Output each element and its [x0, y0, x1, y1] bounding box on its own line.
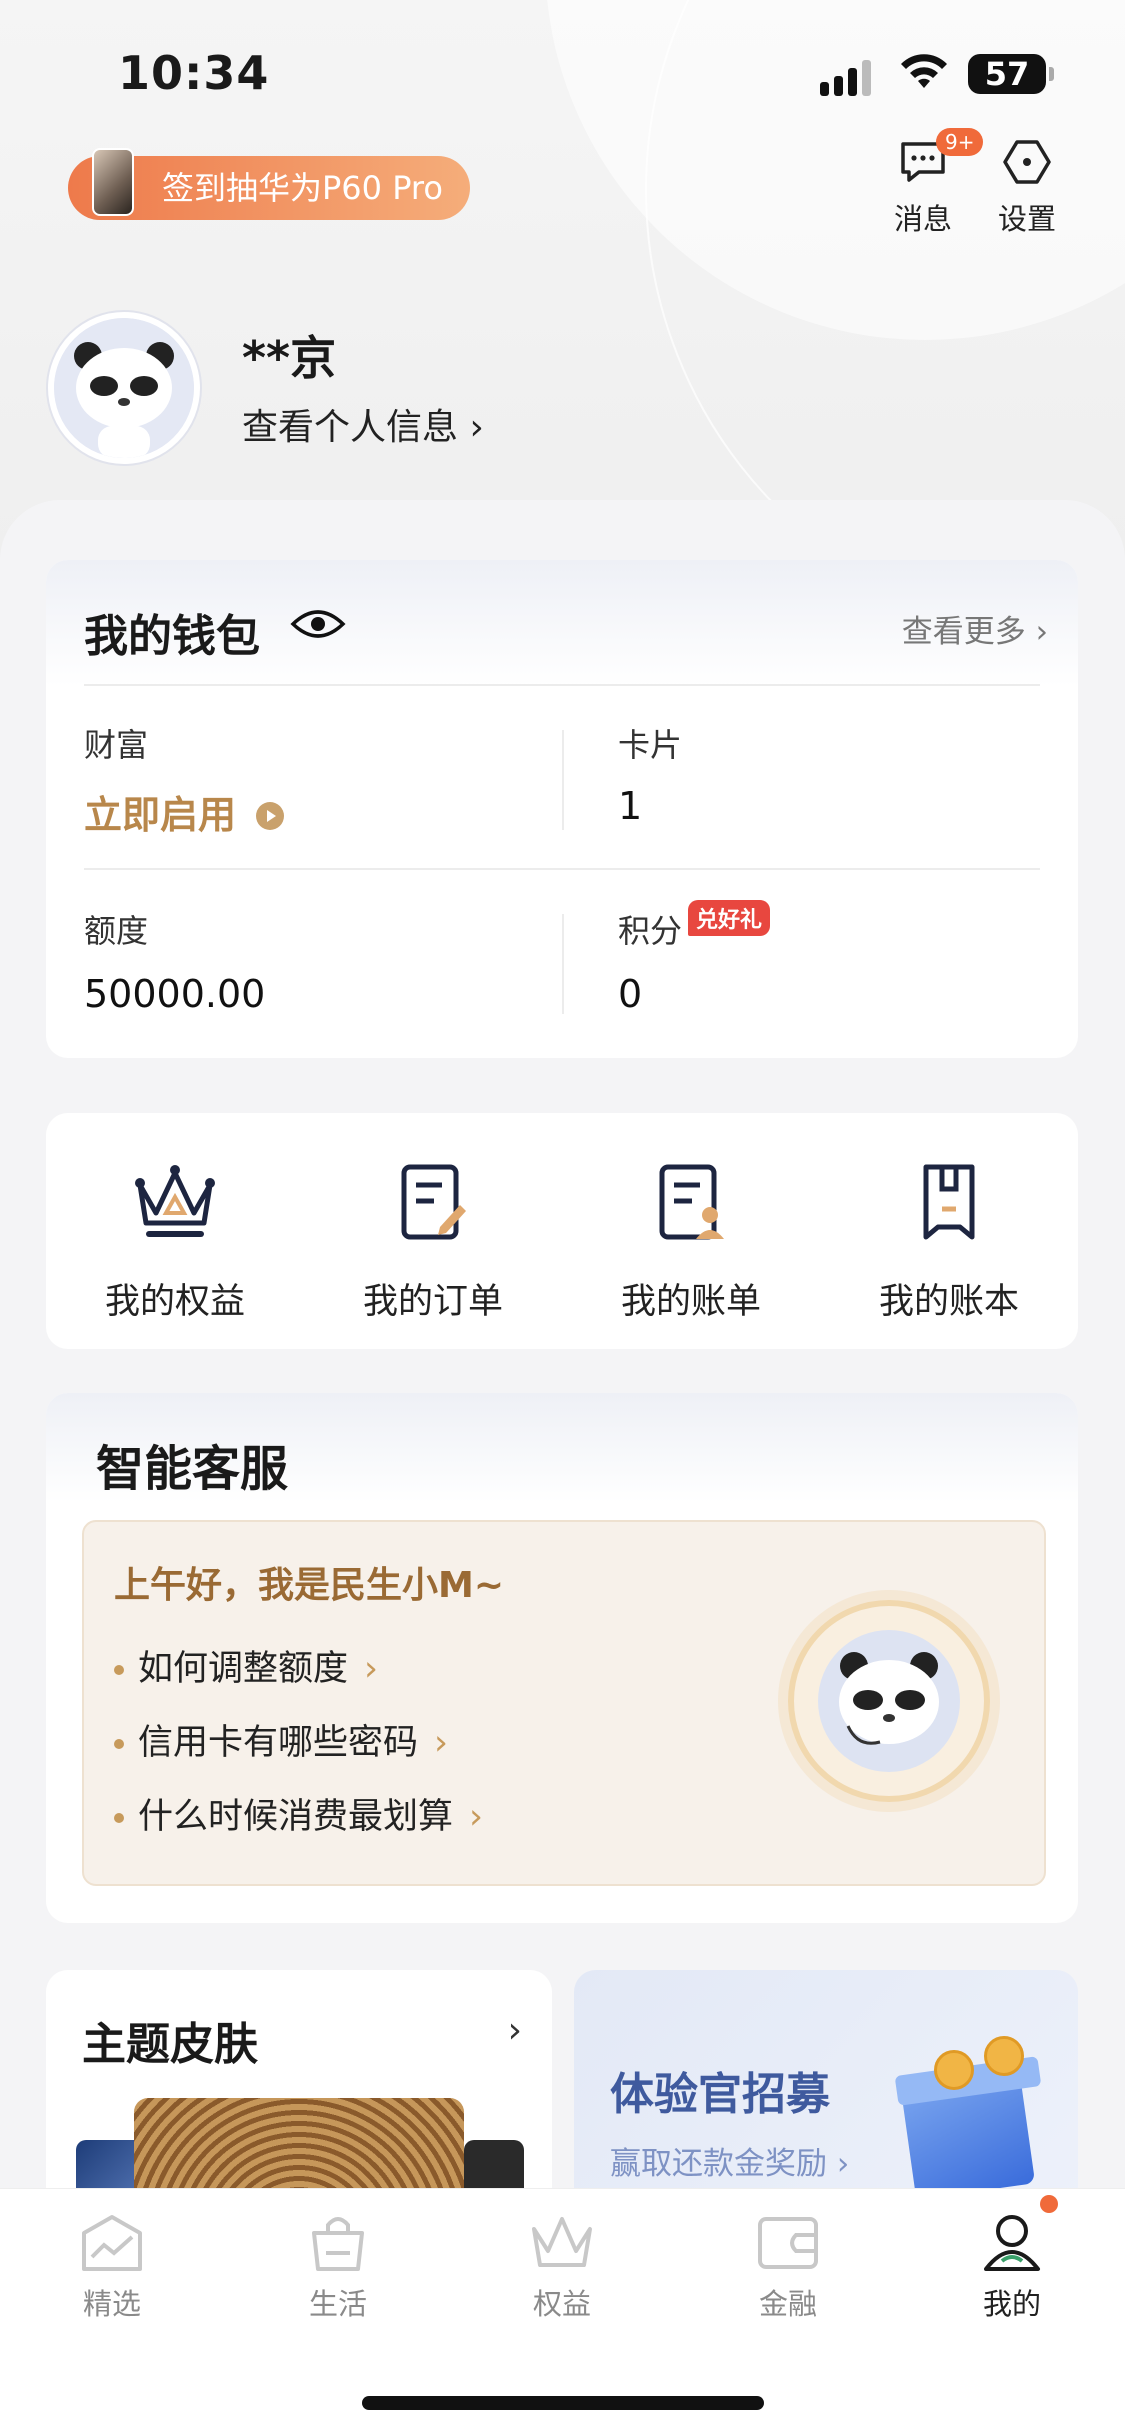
shortcut-benefits[interactable]: 我的权益: [46, 1113, 304, 1349]
messages-label: 消息: [893, 202, 952, 236]
tab-mine[interactable]: 我的: [942, 2211, 1082, 2323]
checkin-promo-button[interactable]: 签到抽华为P60 Pro: [68, 148, 470, 220]
coin-icon: [934, 2050, 974, 2090]
wallet-title: 我的钱包: [84, 611, 260, 662]
cards-label: 卡片: [618, 726, 683, 764]
chevron-right-icon[interactable]: ›: [508, 2010, 522, 2051]
service-title: 智能客服: [96, 1441, 289, 1497]
home-indicator[interactable]: [362, 2396, 764, 2410]
shortcut-label: 我的账本: [878, 1282, 1019, 1322]
wealth-value: 立即启用: [84, 793, 237, 837]
chevron-right-icon: ›: [364, 1649, 379, 1689]
profile-icon: [984, 2215, 1040, 2271]
shortcut-label: 我的账单: [620, 1282, 761, 1322]
limit-value[interactable]: 50000.00: [84, 972, 265, 1016]
tab-label: 精选: [82, 2287, 141, 2321]
tab-label: 权益: [532, 2287, 591, 2321]
notification-dot: [1040, 2195, 1058, 2213]
points-value[interactable]: 0: [618, 972, 642, 1016]
faq-item[interactable]: 信用卡有哪些密码 ›: [114, 1714, 448, 1765]
wallet-icon: [758, 2217, 818, 2269]
tab-finance[interactable]: 金融: [718, 2211, 858, 2323]
panda-avatar-icon: [54, 318, 194, 458]
crown-icon: [135, 1165, 215, 1237]
panda-assistant-icon: [818, 1630, 960, 1772]
tab-label: 生活: [308, 2287, 367, 2321]
wealth-label: 财富: [84, 726, 149, 764]
wifi-icon: [901, 54, 947, 88]
limit-label: 额度: [84, 912, 149, 950]
coin-icon: [984, 2036, 1024, 2076]
status-bar: 10:34 57: [0, 0, 1125, 140]
chevron-right-icon: ›: [434, 1723, 449, 1763]
battery-indicator: 57: [968, 54, 1054, 94]
wallet-card: 我的钱包 查看更多 › 财富 立即启用 卡片 1 额度 50000.00 积分 …: [46, 560, 1078, 1058]
divider: [84, 868, 1040, 870]
smart-service-card: 智能客服 上午好，我是民生小M~ 如何调整额度 › 信用卡有哪些密码 › 什么时候消…: [46, 1393, 1078, 1923]
divider: [562, 730, 564, 830]
recruit-subtitle: 赢取还款金奖励 ›: [610, 2146, 850, 2182]
shortcut-bills[interactable]: 我的账单: [562, 1113, 820, 1349]
view-profile-link[interactable]: 查看个人信息 ›: [242, 398, 484, 450]
phone-product-icon: [92, 148, 134, 216]
tab-life[interactable]: 生活: [268, 2211, 408, 2323]
benefits-crown-icon: [532, 2217, 592, 2267]
shortcut-orders[interactable]: 我的订单: [304, 1113, 562, 1349]
settings-hexagon-icon: [1003, 140, 1051, 184]
order-icon: [401, 1164, 466, 1240]
settings-label: 设置: [997, 202, 1056, 236]
tab-benefits[interactable]: 权益: [492, 2211, 632, 2323]
cards-value[interactable]: 1: [618, 784, 642, 828]
shortcuts-card: 我的权益 我的订单 我的账单 我的账本: [46, 1113, 1078, 1349]
play-circle-icon: [256, 802, 285, 830]
assistant-greeting: 上午好，我是民生小M~: [114, 1565, 504, 1606]
assistant-avatar[interactable]: [788, 1600, 990, 1802]
eye-icon[interactable]: [290, 606, 346, 642]
points-label: 积分: [618, 912, 683, 950]
cellular-signal-icon: [820, 56, 880, 96]
tab-label: 我的: [982, 2287, 1041, 2321]
shortcut-label: 我的权益: [104, 1282, 245, 1322]
redeem-gift-badge[interactable]: 兑好礼: [688, 900, 771, 936]
bill-icon: [659, 1164, 724, 1240]
divider: [562, 914, 564, 1014]
messages-button[interactable]: 9+ 消息: [878, 128, 984, 238]
divider: [84, 684, 1040, 686]
life-bag-icon: [312, 2217, 364, 2271]
shortcut-label: 我的订单: [362, 1282, 503, 1322]
shortcut-ledger[interactable]: 我的账本: [820, 1113, 1078, 1349]
tab-featured[interactable]: 精选: [42, 2211, 182, 2323]
recruit-title: 体验官招募: [610, 2069, 830, 2120]
faq-item[interactable]: 如何调整额度 ›: [114, 1640, 378, 1691]
assistant-panel: 上午好，我是民生小M~ 如何调整额度 › 信用卡有哪些密码 › 什么时候消费最划算 ›: [82, 1520, 1046, 1886]
user-name: **京: [242, 331, 337, 385]
theme-title: 主题皮肤: [82, 2019, 258, 2070]
faq-text: 如何调整额度: [138, 1649, 349, 1689]
avatar[interactable]: [48, 312, 200, 464]
bullet-dot: [114, 1665, 124, 1675]
faq-item[interactable]: 什么时候消费最划算 ›: [114, 1788, 483, 1839]
ledger-icon: [923, 1164, 975, 1240]
promo-label: 签到抽华为P60 Pro: [162, 169, 443, 207]
settings-button[interactable]: 设置: [982, 138, 1072, 238]
chevron-right-icon: ›: [469, 1797, 484, 1837]
clock: 10:34: [118, 46, 270, 100]
message-count-badge: 9+: [936, 128, 984, 156]
wallet-more-link[interactable]: 查看更多 ›: [902, 606, 1048, 651]
featured-icon: [82, 2215, 142, 2271]
bullet-dot: [114, 1739, 124, 1749]
faq-text: 什么时候消费最划算: [138, 1797, 454, 1837]
bullet-dot: [114, 1813, 124, 1823]
tab-label: 金融: [758, 2287, 817, 2321]
faq-text: 信用卡有哪些密码: [138, 1723, 419, 1763]
wealth-enable-link[interactable]: 立即启用: [84, 784, 285, 839]
